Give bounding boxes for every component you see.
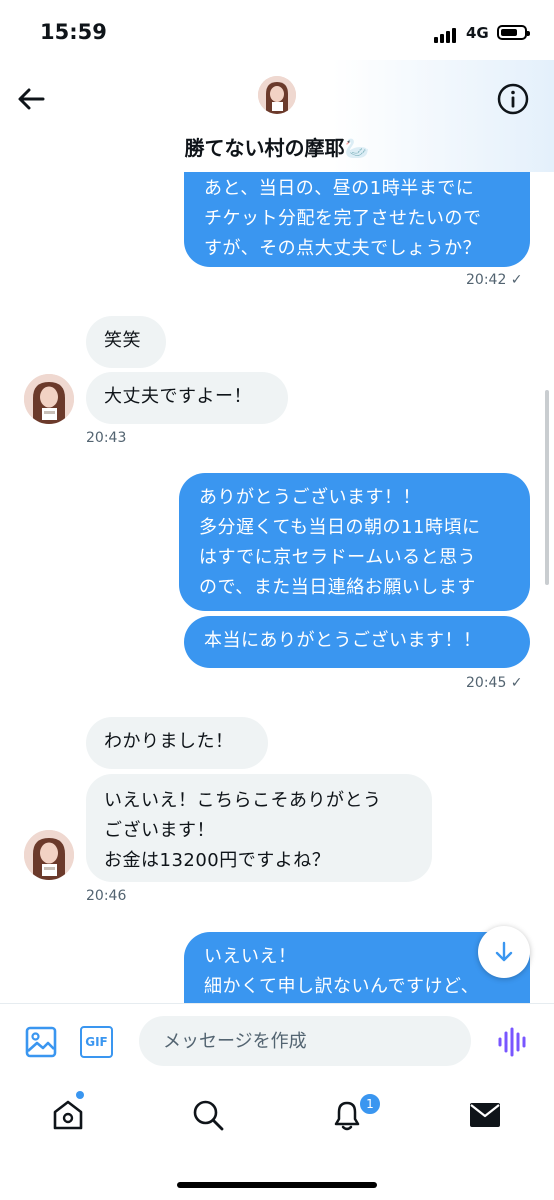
sender-avatar[interactable] (24, 374, 74, 424)
message-input[interactable] (139, 1016, 471, 1066)
message-bubble-outgoing[interactable]: あと、当日の、昼の1時半までに チケット分配を完了させたいので すが、その点大丈… (184, 172, 530, 267)
avatar-image (24, 830, 74, 880)
message-bubble-incoming[interactable]: 大丈夫ですよー！ (86, 372, 288, 424)
battery-icon (497, 25, 530, 40)
info-icon (497, 83, 529, 115)
status-bar: 15:59 4G (0, 0, 554, 60)
arrow-left-icon (18, 88, 45, 110)
waveform-icon (498, 1027, 526, 1057)
media-button[interactable] (25, 1026, 57, 1058)
message-bubble-outgoing[interactable]: 本当にありがとうございます！！ (184, 616, 530, 668)
message-timestamp: 20:42 ✓ (466, 272, 523, 288)
header-avatar[interactable] (258, 76, 296, 114)
image-icon (25, 1026, 57, 1058)
message-timestamp: 20:43 (86, 430, 127, 446)
message-timestamp: 20:46 (86, 888, 127, 904)
mail-icon (470, 1103, 500, 1127)
message-bubble-outgoing[interactable]: ありがとうございます！！ 多分遅くても当日の朝の11時頃に はすでに京セラドーム… (179, 473, 530, 611)
gif-button[interactable]: GIF (80, 1026, 113, 1058)
info-button[interactable] (496, 82, 530, 116)
signal-icon (434, 28, 456, 43)
conversation-title[interactable]: 勝てない村の摩耶🦢 (0, 132, 554, 161)
home-unread-dot (76, 1091, 84, 1099)
avatar-image (258, 76, 296, 114)
message-bubble-incoming[interactable]: 笑笑 (86, 316, 166, 368)
tab-home[interactable] (48, 1095, 88, 1135)
sender-avatar[interactable] (24, 830, 74, 880)
message-bubble-outgoing[interactable]: いえいえ！ 細かくて申し訳ないんですけど、 (184, 932, 530, 1004)
back-button[interactable] (14, 84, 48, 114)
avatar-image (24, 374, 74, 424)
voice-message-button[interactable] (496, 1026, 528, 1058)
message-timestamp: 20:45 ✓ (466, 675, 523, 691)
message-bubble-incoming[interactable]: わかりました！ (86, 717, 268, 769)
message-bubble-incoming[interactable]: いえいえ！こちらこそありがとう ございます！ お金は13200円ですよね？ (86, 774, 432, 882)
tab-messages[interactable] (465, 1095, 505, 1135)
conversation-header: 勝てない村の摩耶🦢 (0, 60, 554, 172)
arrow-down-icon (495, 941, 513, 962)
scroll-to-bottom-button[interactable] (478, 926, 530, 978)
search-icon (193, 1100, 224, 1131)
network-type: 4G (466, 24, 489, 42)
notification-badge: 1 (358, 1092, 382, 1116)
home-icon (53, 1100, 83, 1130)
scrollbar[interactable] (545, 390, 549, 585)
tab-search[interactable] (188, 1095, 228, 1135)
home-indicator (177, 1182, 377, 1188)
message-composer: GIF (0, 1003, 554, 1078)
status-time: 15:59 (40, 20, 107, 44)
